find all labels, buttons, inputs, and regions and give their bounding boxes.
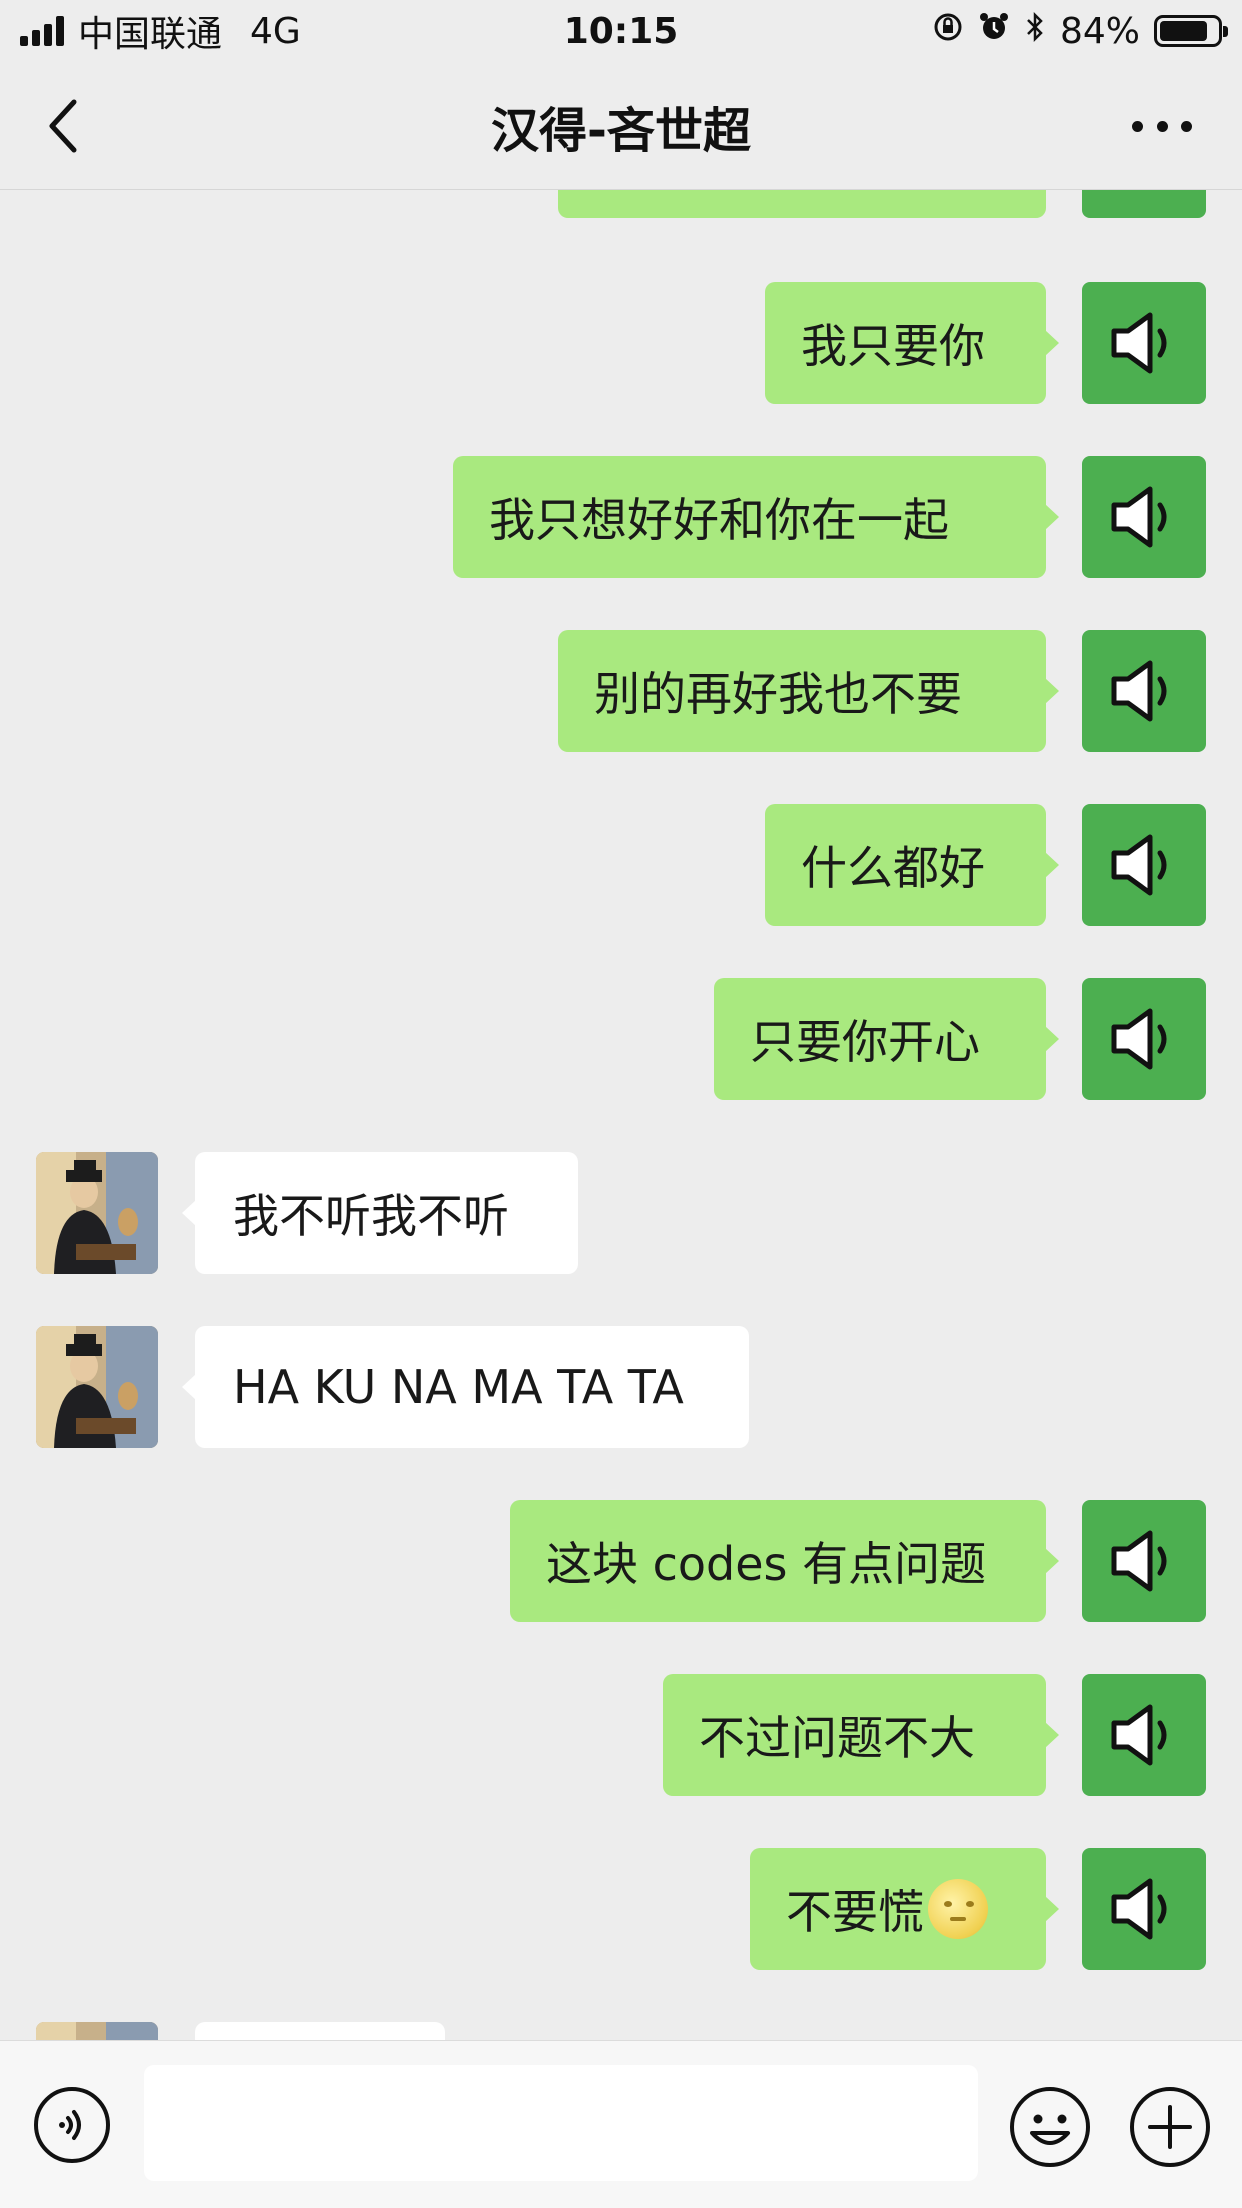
voice-message-button[interactable]: [1082, 804, 1206, 926]
chat-title: 汉得-吝世超: [491, 102, 751, 159]
back-button[interactable]: [40, 98, 90, 154]
message-text: HA KU NA MA TA TA: [233, 1360, 684, 1414]
message-bubble-mine[interactable]: 什么都好: [765, 804, 1059, 926]
voice-input-icon: [34, 2087, 110, 2163]
speaker-icon: [1111, 1008, 1167, 1070]
message-bubble-theirs[interactable]: HA KU NA MA TA TA: [182, 1326, 749, 1448]
message-text: 这块 codes 有点问题: [546, 1537, 987, 1591]
more-dot: [1181, 120, 1192, 132]
full-moon-face-icon: [928, 1879, 988, 1939]
speaker-icon: [1111, 660, 1167, 722]
message-text: 我只想好好和你在一起: [489, 493, 949, 547]
voice-message-button[interactable]: [1082, 978, 1206, 1100]
contact-avatar[interactable]: [36, 1152, 158, 1274]
status-bar: 中国联通 4G 10:15 84%: [0, 0, 1242, 62]
message-text: 只要你开心: [750, 1015, 980, 1069]
battery-percent: 84%: [1059, 10, 1140, 52]
signal-icon: [20, 16, 64, 46]
message-bubble-mine[interactable]: 只要你开心: [714, 978, 1059, 1100]
speaker-icon: [1111, 486, 1167, 548]
battery-icon: [1154, 15, 1228, 47]
bluetooth-icon: [1024, 11, 1046, 51]
rotation-lock-icon: [932, 11, 964, 51]
message-text: 我不听我不听: [233, 1189, 509, 1243]
message-bubble-mine[interactable]: 不过问题不大: [663, 1674, 1059, 1796]
message-bubble-mine[interactable]: 别的再好我也不要: [558, 630, 1059, 752]
message-bubble-mine[interactable]: 我只想好好和你在一起: [453, 456, 1059, 578]
message-text: 什么都好: [801, 841, 985, 895]
chevron-left-icon: [49, 99, 77, 153]
voice-message-button[interactable]: [1082, 456, 1206, 578]
network-label: 4G: [250, 10, 301, 52]
contact-avatar[interactable]: [36, 2022, 158, 2040]
status-right: 84%: [932, 10, 1228, 52]
speaker-icon: [1111, 834, 1167, 896]
avatar-image: [36, 2022, 158, 2040]
speaker-icon: [1111, 1878, 1167, 1940]
status-left: 中国联通 4G: [20, 5, 301, 57]
voice-message-button[interactable]: [1082, 1848, 1206, 1970]
message-bubble-mine[interactable]: 这块 codes 有点问题: [510, 1500, 1059, 1622]
more-dot: [1132, 120, 1143, 132]
carrier-label: 中国联通: [78, 14, 223, 55]
input-bar: [0, 2040, 1242, 2208]
chat-area[interactable]: 我只要你 我只想好好和你在一起 别的再好我也不要 什么都好 只要你开心 我不听我…: [0, 190, 1242, 2040]
avatar-image: [36, 1326, 158, 1448]
voice-message-button[interactable]: [1082, 1500, 1206, 1622]
nav-bar: 汉得-吝世超: [0, 62, 1242, 190]
message-text: 不过问题不大: [699, 1711, 975, 1765]
voice-message-button[interactable]: [1082, 1674, 1206, 1796]
message-text: 不要慌: [786, 1885, 924, 1939]
speaker-icon: [1104, 190, 1184, 198]
alarm-icon: [978, 11, 1010, 51]
speaker-icon: [1111, 1704, 1167, 1766]
message-text: 别的再好我也不要: [594, 667, 962, 721]
voice-message-button[interactable]: [1082, 282, 1206, 404]
voice-message-button[interactable]: [1082, 630, 1206, 752]
message-input[interactable]: [144, 2065, 978, 2181]
more-functions-button[interactable]: [1128, 2085, 1212, 2169]
more-button[interactable]: [1132, 112, 1192, 140]
contact-avatar[interactable]: [36, 1326, 158, 1448]
avatar-image: [36, 1152, 158, 1274]
emoji-button[interactable]: [1008, 2085, 1092, 2169]
message-bubble-mine[interactable]: [558, 190, 1046, 218]
message-bubble-theirs[interactable]: 我不听我不听: [182, 1152, 578, 1274]
plus-circle-icon: [1130, 2087, 1210, 2167]
voice-input-button[interactable]: [32, 2085, 112, 2165]
message-bubble-theirs[interactable]: [195, 2022, 445, 2040]
smiley-icon: [1010, 2087, 1090, 2167]
message-text: 我只要你: [801, 319, 985, 373]
message-bubble-mine[interactable]: 不要慌: [750, 1848, 1059, 1970]
more-dot: [1156, 120, 1168, 132]
speaker-icon: [1111, 1530, 1167, 1592]
speaker-icon: [1111, 312, 1167, 374]
voice-message-button[interactable]: [1082, 190, 1206, 218]
message-bubble-mine[interactable]: 我只要你: [765, 282, 1059, 404]
